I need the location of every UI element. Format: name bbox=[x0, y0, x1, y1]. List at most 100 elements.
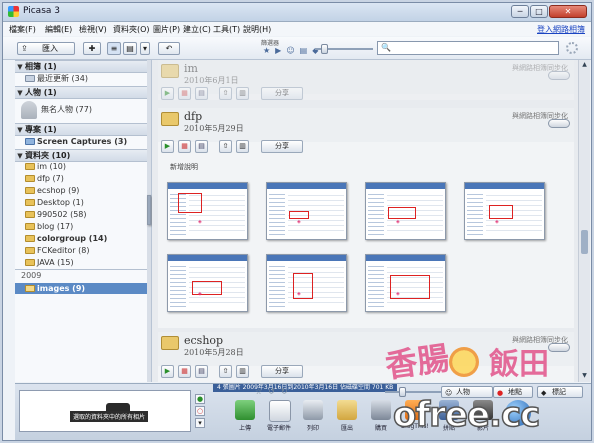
sidebar-folder-item[interactable]: im (10) bbox=[15, 161, 151, 172]
album-dfp[interactable]: dfp 2010年5月29日 與網路相簿同步化 ▶ ▦ ▤ ⇧ ▥ 分享 新增說… bbox=[158, 108, 574, 328]
upload-icon[interactable]: ⇧ bbox=[219, 365, 232, 378]
sidebar-item-recent[interactable]: 最近更新 (34) bbox=[15, 73, 151, 84]
section-projects[interactable]: ▼ 專案 (1) bbox=[15, 123, 151, 136]
play-slideshow-icon[interactable]: ▶ bbox=[161, 140, 174, 153]
add-to-album-button[interactable]: ✚ bbox=[83, 42, 101, 55]
star-filter-icon[interactable]: ★ bbox=[263, 46, 275, 55]
section-albums[interactable]: ▼ 相簿 (1) bbox=[15, 60, 151, 73]
menu-help[interactable]: 說明(H) bbox=[243, 24, 271, 35]
photo-thumbnail[interactable]: ◈ bbox=[266, 182, 347, 240]
movie-icon[interactable]: ▤ bbox=[195, 87, 208, 100]
upload-icon[interactable]: ⇧ bbox=[219, 87, 232, 100]
loading-spinner-icon bbox=[566, 42, 578, 54]
sidebar-scroll-thumb[interactable] bbox=[147, 195, 151, 225]
video-filter-icon[interactable]: ▶ bbox=[275, 46, 286, 55]
album-im[interactable]: im 2010年6月1日 與網路相簿同步化 ▶ ▦ ▤ ⇧ ▥ 分享 bbox=[158, 60, 574, 100]
rotate-controls[interactable]: ☆↺↻ bbox=[255, 387, 294, 396]
close-button[interactable]: ✕ bbox=[549, 5, 587, 18]
view-thumbnails-button[interactable]: ≡ bbox=[107, 42, 121, 55]
person-filter-icon[interactable]: ☺ bbox=[286, 46, 299, 55]
view-list-button[interactable]: ▤ bbox=[123, 42, 137, 55]
photo-thumbnail[interactable]: ◈ bbox=[464, 182, 545, 240]
sidebar-folder-item[interactable]: dfp (7) bbox=[15, 173, 151, 184]
photo-thumbnail[interactable]: ◈ bbox=[365, 254, 446, 312]
sidebar-folder-item[interactable]: ecshop (9) bbox=[15, 185, 151, 196]
library-scrollbar[interactable]: ▲ ▼ bbox=[578, 60, 590, 382]
library-scroll-thumb[interactable] bbox=[581, 230, 588, 254]
upload-icon[interactable]: ⇧ bbox=[219, 140, 232, 153]
scroll-up-icon[interactable]: ▲ bbox=[580, 61, 589, 69]
collage-icon[interactable]: ▦ bbox=[178, 365, 191, 378]
sign-in-link[interactable]: 登入網路相簿 bbox=[537, 24, 585, 35]
menu-create[interactable]: 建立(C) bbox=[183, 24, 211, 35]
sidebar-folder-item[interactable]: FCKeditor (8) bbox=[15, 245, 151, 256]
menu-folder[interactable]: 資料夾(O) bbox=[113, 24, 150, 35]
play-slideshow-icon[interactable]: ▶ bbox=[161, 87, 174, 100]
sidebar-scrollbar[interactable] bbox=[147, 60, 151, 382]
selection-tray[interactable]: 選取的資料夾中的所有相片 bbox=[19, 390, 191, 432]
email-action[interactable]: 電子郵件 bbox=[262, 400, 296, 438]
sidebar-folder-item[interactable]: colorgroup (14) bbox=[15, 233, 151, 244]
sidebar-folder-label: ecshop (9) bbox=[37, 186, 80, 195]
share-button[interactable]: 分享 bbox=[261, 87, 303, 100]
collage-icon[interactable]: ▦ bbox=[178, 87, 191, 100]
menu-picture[interactable]: 圖片(P) bbox=[153, 24, 180, 35]
scroll-down-icon[interactable]: ▼ bbox=[580, 372, 589, 380]
movie-icon[interactable]: ▤ bbox=[195, 365, 208, 378]
upload-action[interactable]: 上傳 bbox=[228, 400, 262, 438]
play-slideshow-icon[interactable]: ▶ bbox=[161, 365, 174, 378]
menu-tools[interactable]: 工具(T) bbox=[213, 24, 240, 35]
sidebar-folder-selected[interactable]: images (9) bbox=[15, 283, 151, 294]
import-button[interactable]: ⇪ 匯入 bbox=[17, 42, 75, 55]
album-name: ecshop bbox=[184, 334, 224, 347]
sidebar-item-screen-captures[interactable]: Screen Captures (3) bbox=[15, 136, 151, 147]
export-icon[interactable]: ▥ bbox=[236, 140, 249, 153]
tags-button[interactable]: ◆ 標記 bbox=[537, 386, 583, 398]
add-to-icon[interactable]: ▾ bbox=[195, 418, 205, 428]
sidebar-folder-item[interactable]: Desktop (1) bbox=[15, 197, 151, 208]
collage-icon[interactable]: ▦ bbox=[178, 140, 191, 153]
back-button[interactable]: ↶ bbox=[158, 42, 180, 55]
sync-toggle[interactable] bbox=[548, 71, 570, 80]
rotate-right-icon[interactable]: ↻ bbox=[281, 387, 294, 396]
photo-thumbnail[interactable]: ◈ bbox=[167, 182, 248, 240]
sidebar-folder-item[interactable]: 990502 (58) bbox=[15, 209, 151, 220]
hold-icon[interactable]: ● bbox=[195, 394, 205, 404]
export-action[interactable]: 匯出 bbox=[330, 400, 364, 438]
minimize-button[interactable]: ─ bbox=[511, 5, 529, 18]
album-description[interactable]: 新增說明 bbox=[170, 162, 198, 172]
sidebar-folder-item[interactable]: JAVA (15) bbox=[15, 257, 151, 268]
import-label: 匯入 bbox=[42, 44, 58, 53]
section-people[interactable]: ▼ 人物 (1) bbox=[15, 86, 151, 99]
photo-thumbnail[interactable]: ◈ bbox=[365, 182, 446, 240]
date-slider-knob[interactable] bbox=[321, 44, 328, 54]
map-filter-icon[interactable]: ▤ bbox=[300, 46, 313, 55]
watermark-mark: ◈ bbox=[297, 291, 301, 297]
sidebar-folder-label: FCKeditor (8) bbox=[37, 246, 90, 255]
photo-thumbnail[interactable]: ◈ bbox=[266, 254, 347, 312]
envelope-icon bbox=[269, 400, 291, 422]
sidebar-folder-item[interactable]: blog (17) bbox=[15, 221, 151, 232]
view-options-dropdown[interactable]: ▾ bbox=[140, 42, 150, 55]
sidebar-item-unnamed-person[interactable]: 無名人物 (77) bbox=[15, 99, 151, 121]
search-input[interactable]: 🔍 bbox=[377, 41, 559, 55]
export-icon[interactable]: ▥ bbox=[236, 365, 249, 378]
sync-toggle[interactable] bbox=[548, 343, 570, 352]
menu-file[interactable]: 檔案(F) bbox=[9, 24, 36, 35]
maximize-button[interactable]: □ bbox=[530, 5, 548, 18]
export-icon[interactable]: ▥ bbox=[236, 87, 249, 100]
photo-thumbnail[interactable]: ◈ bbox=[167, 254, 248, 312]
menu-edit[interactable]: 編輯(E) bbox=[45, 24, 72, 35]
share-button[interactable]: 分享 bbox=[261, 140, 303, 153]
library-view: im 2010年6月1日 與網路相簿同步化 ▶ ▦ ▤ ⇧ ▥ 分享 dfp 2… bbox=[152, 60, 578, 382]
clear-icon[interactable]: ○ bbox=[195, 406, 205, 416]
sync-toggle[interactable] bbox=[548, 119, 570, 128]
print-action[interactable]: 列印 bbox=[296, 400, 330, 438]
title-bar: Picasa 3 ─ □ ✕ bbox=[3, 3, 591, 22]
rotate-left-icon[interactable]: ↺ bbox=[268, 387, 281, 396]
star-icon[interactable]: ☆ bbox=[255, 387, 268, 396]
movie-icon[interactable]: ▤ bbox=[195, 140, 208, 153]
sidebar-item-label: 無名人物 (77) bbox=[41, 105, 92, 114]
share-button[interactable]: 分享 bbox=[261, 365, 303, 378]
menu-view[interactable]: 檢視(V) bbox=[79, 24, 107, 35]
